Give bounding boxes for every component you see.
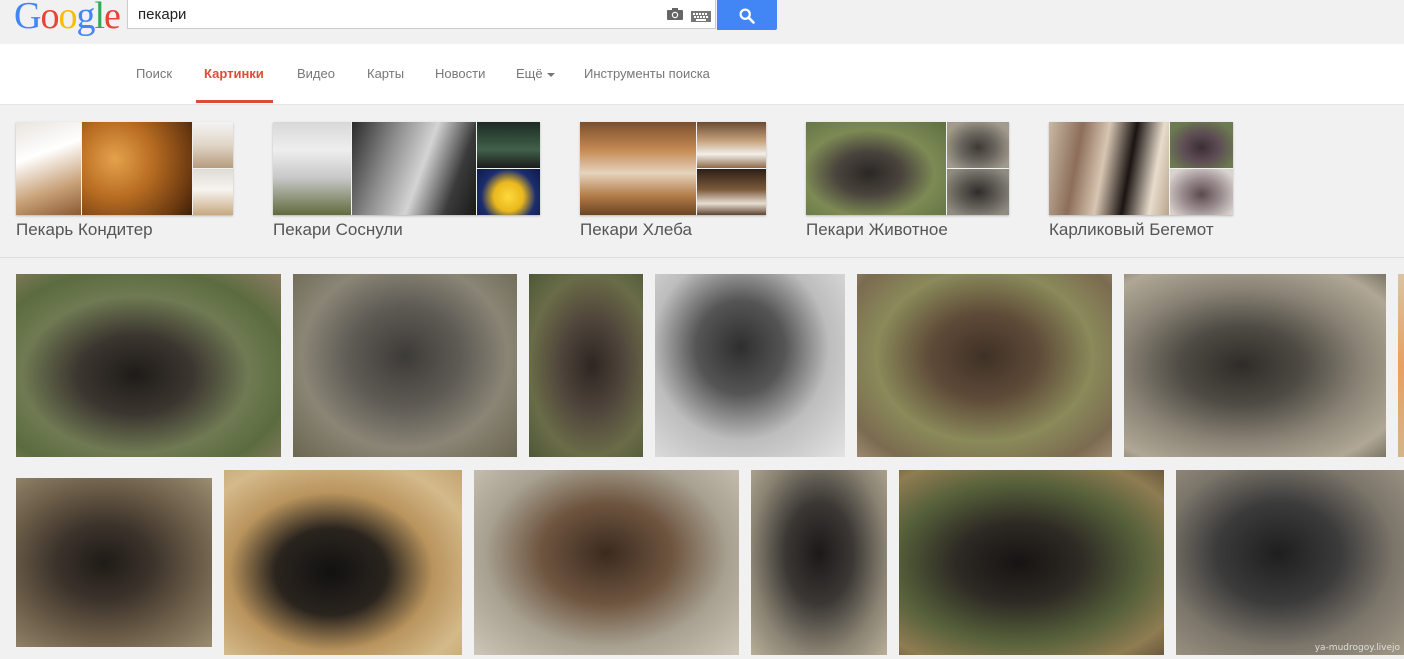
thumbnail-image <box>580 122 696 215</box>
image-result[interactable] <box>16 478 212 647</box>
top-bar: Google пекари <box>0 0 1404 44</box>
active-tab-indicator <box>196 100 273 103</box>
thumbnail-image <box>697 122 766 168</box>
thumbnail-image <box>1049 122 1169 215</box>
logo-letter: G <box>14 0 41 37</box>
related-searches: Пекарь Кондитер Пекари Соснули Пекари Хл… <box>0 105 1404 258</box>
thumbnail-image <box>477 122 540 168</box>
related-search-card[interactable]: Пекари Соснули <box>273 122 540 239</box>
image-results-grid: ya-mudrogoy.livejo <box>0 258 1404 659</box>
thumbnail-image <box>1170 122 1233 168</box>
image-result[interactable] <box>655 274 845 457</box>
image-watermark: ya-mudrogoy.livejo <box>1314 643 1400 653</box>
logo-letter: g <box>76 0 95 37</box>
related-search-card[interactable]: Карликовый Бегемот <box>1049 122 1233 239</box>
related-search-label[interactable]: Карликовый Бегемот <box>1049 220 1214 240</box>
logo-letter: e <box>104 0 121 37</box>
related-search-label[interactable]: Пекарь Кондитер <box>16 220 153 240</box>
thumbnail-image <box>1170 169 1233 215</box>
logo-letter: l <box>94 0 105 37</box>
logo-letter: o <box>58 0 77 37</box>
logo-letter: o <box>40 0 59 37</box>
related-search-label[interactable]: Пекари Соснули <box>273 220 403 240</box>
keyboard-icon[interactable] <box>691 9 711 27</box>
related-search-collage[interactable] <box>580 122 766 215</box>
image-result[interactable] <box>293 274 517 457</box>
image-result[interactable] <box>1398 274 1404 457</box>
thumbnail-image <box>273 122 351 215</box>
related-search-collage[interactable] <box>806 122 1009 215</box>
tab-more-label: Ещё <box>516 66 543 81</box>
thumbnail-image <box>352 122 476 215</box>
related-search-collage[interactable] <box>273 122 540 215</box>
image-result[interactable] <box>751 470 887 655</box>
google-logo[interactable]: Google <box>14 0 121 38</box>
related-search-label[interactable]: Пекари Животное <box>806 220 948 240</box>
tab-video[interactable]: Видео <box>297 66 335 81</box>
thumbnail-image <box>193 122 233 168</box>
search-input[interactable]: пекари <box>127 0 716 29</box>
search-tabs-bar: Поиск Картинки Видео Карты Новости Ещё И… <box>0 44 1404 105</box>
search-tools-button[interactable]: Инструменты поиска <box>584 66 710 81</box>
image-result[interactable] <box>899 470 1164 655</box>
related-search-collage[interactable] <box>1049 122 1233 215</box>
related-search-collage[interactable] <box>16 122 233 215</box>
related-search-card[interactable]: Пекарь Кондитер <box>16 122 233 239</box>
thumbnail-image <box>16 122 81 215</box>
thumbnail-image <box>477 169 540 215</box>
related-search-card[interactable]: Пекари Хлеба <box>580 122 766 239</box>
image-result[interactable] <box>857 274 1112 457</box>
chevron-down-icon <box>546 72 555 77</box>
image-result[interactable] <box>529 274 643 457</box>
related-search-label[interactable]: Пекари Хлеба <box>580 220 692 240</box>
tab-more[interactable]: Ещё <box>516 66 555 81</box>
search-query-text[interactable]: пекари <box>138 6 186 23</box>
image-result[interactable]: ya-mudrogoy.livejo <box>1176 470 1404 655</box>
image-result[interactable] <box>224 470 462 655</box>
search-button[interactable] <box>717 0 777 30</box>
tab-images[interactable]: Картинки <box>204 66 264 81</box>
image-result[interactable] <box>474 470 739 655</box>
related-search-card[interactable]: Пекари Животное <box>806 122 1009 239</box>
tab-news[interactable]: Новости <box>435 66 485 81</box>
thumbnail-image <box>947 122 1009 168</box>
thumbnail-image <box>82 122 192 215</box>
tab-maps[interactable]: Карты <box>367 66 404 81</box>
search-icon <box>739 8 755 24</box>
image-result[interactable] <box>16 274 281 457</box>
tab-search[interactable]: Поиск <box>136 66 172 81</box>
thumbnail-image <box>806 122 946 215</box>
thumbnail-image <box>947 169 1009 215</box>
thumbnail-image <box>193 169 233 215</box>
thumbnail-image <box>697 169 766 215</box>
camera-icon[interactable] <box>666 7 684 26</box>
image-result[interactable] <box>1124 274 1386 457</box>
